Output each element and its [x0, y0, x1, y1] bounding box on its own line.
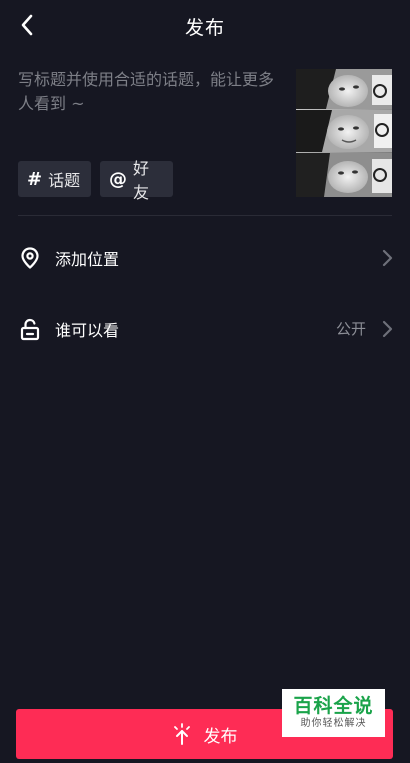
visibility-label: 谁可以看	[55, 321, 120, 340]
topic-button-label: 话题	[48, 171, 81, 190]
topic-button[interactable]: # 话题	[18, 161, 91, 197]
page-title: 发布	[184, 17, 225, 39]
at-sign-icon: @	[109, 168, 127, 190]
hashtag-icon: #	[27, 168, 43, 190]
caption-input[interactable]: 写标题并使用合适的话题，能让更多人看到 ~	[18, 68, 282, 138]
sparkle-arrow-icon	[173, 723, 190, 745]
add-location-label: 添加位置	[55, 250, 120, 269]
visibility-value: 公开	[335, 320, 366, 338]
add-location-row[interactable]: 添加位置	[0, 230, 410, 286]
publish-button-label: 发布	[203, 726, 238, 747]
mention-friend-button-label: 好友	[133, 159, 150, 202]
watermark-logo: 百科全说 助你轻松解决	[282, 689, 385, 737]
mention-friend-button[interactable]: @ 好友	[100, 159, 173, 202]
watermark-subtitle: 助你轻松解决	[300, 718, 367, 729]
location-pin-icon	[21, 247, 39, 269]
cover-image	[296, 69, 392, 197]
chevron-right-icon	[382, 320, 393, 338]
watermark-title: 百科全说	[293, 695, 374, 717]
chevron-right-icon	[382, 249, 393, 267]
divider	[18, 215, 392, 216]
publish-page: 发布 写标题并使用合适的话题，能让更多人看到 ~ # 话题 @ 好友 添加位置 …	[0, 0, 410, 763]
visibility-row[interactable]: 谁可以看 公开	[0, 301, 410, 357]
unlock-icon	[20, 318, 40, 341]
video-cover-thumbnail[interactable]	[296, 69, 392, 197]
header: 发布	[0, 0, 410, 52]
